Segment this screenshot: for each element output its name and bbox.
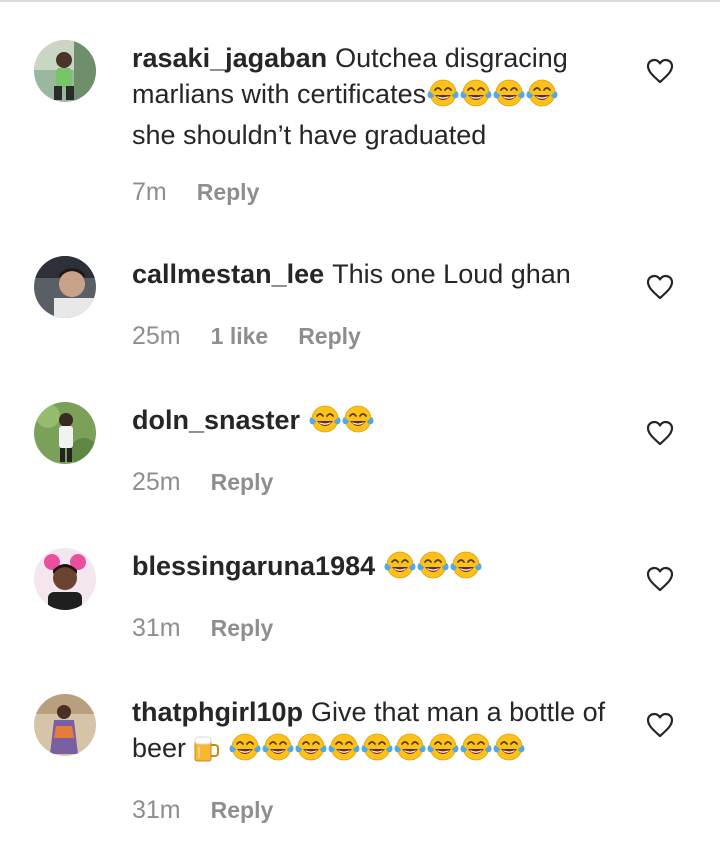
laughing-emoji	[449, 550, 483, 580]
comment-meta: 31m Reply	[132, 796, 273, 825]
reply-button[interactable]: Reply	[211, 797, 274, 824]
user-avatar-icon	[34, 256, 96, 318]
laughing-emoji	[426, 732, 460, 762]
avatar[interactable]	[34, 694, 96, 756]
laughing-emoji-run	[426, 78, 558, 117]
like-heart-icon[interactable]	[646, 712, 674, 738]
top-divider	[0, 0, 720, 2]
reply-button[interactable]: Reply	[197, 179, 260, 206]
comment-text: Outchea disgracing	[335, 43, 568, 73]
comment-meta: 7m Reply	[132, 178, 259, 207]
laughing-emoji	[525, 78, 559, 108]
laughing-emoji	[459, 78, 493, 108]
like-heart-icon[interactable]	[646, 566, 674, 592]
laughing-emoji	[228, 732, 262, 762]
laughing-emoji	[308, 404, 342, 434]
laughing-emoji	[426, 78, 460, 108]
avatar[interactable]	[34, 40, 96, 102]
like-heart-icon[interactable]	[646, 274, 674, 300]
laughing-emoji	[492, 732, 526, 762]
likes-count[interactable]: 1 like	[211, 323, 269, 350]
comment-text: she shouldn’t have graduated	[132, 120, 487, 150]
comment-timestamp: 25m	[132, 468, 181, 496]
avatar[interactable]	[34, 402, 96, 464]
laughing-emoji	[459, 732, 493, 762]
laughing-emoji	[492, 78, 526, 108]
laughing-emoji	[360, 732, 394, 762]
comment-timestamp: 31m	[132, 614, 181, 642]
laughing-emoji	[294, 732, 328, 762]
comment-body: doln_snaster	[132, 402, 632, 443]
reply-button[interactable]: Reply	[211, 615, 274, 642]
comment-username[interactable]: blessingaruna1984	[132, 551, 375, 581]
comment-meta: 31m Reply	[132, 614, 273, 643]
comment-username[interactable]: callmestan_lee	[132, 259, 324, 289]
user-avatar-icon	[34, 402, 96, 464]
comment-meta: 25m Reply	[132, 468, 273, 497]
comment-text: marlians with certificates	[132, 79, 427, 109]
comment-username[interactable]: rasaki_jagaban	[132, 43, 327, 73]
avatar[interactable]	[34, 256, 96, 318]
comment-text: This one Loud ghan	[332, 259, 571, 289]
laughing-emoji-run	[228, 732, 525, 771]
comment-body: rasaki_jagaban Outchea disgracing marlian…	[132, 40, 632, 153]
laughing-emoji-run	[308, 404, 374, 443]
comment-text: Give that man a bottle of	[311, 697, 606, 727]
laughing-emoji	[393, 732, 427, 762]
comment-username[interactable]: doln_snaster	[132, 405, 300, 435]
laughing-emoji	[327, 732, 361, 762]
laughing-emoji	[383, 550, 417, 580]
laughing-emoji	[416, 550, 450, 580]
beer-mug-emoji	[190, 733, 220, 763]
like-heart-icon[interactable]	[646, 420, 674, 446]
user-avatar-icon	[34, 548, 96, 610]
avatar[interactable]	[34, 548, 96, 610]
comment-body: blessingaruna1984	[132, 548, 632, 589]
comment-timestamp: 25m	[132, 322, 181, 350]
comment-timestamp: 7m	[132, 178, 167, 206]
comment-body: callmestan_lee This one Loud ghan	[132, 256, 632, 292]
user-avatar-icon	[34, 40, 96, 102]
user-avatar-icon	[34, 694, 96, 756]
laughing-emoji	[341, 404, 375, 434]
laughing-emoji-run	[383, 550, 482, 589]
comment-timestamp: 31m	[132, 796, 181, 824]
comment-username[interactable]: thatphgirl10p	[132, 697, 303, 727]
comment-body: thatphgirl10p Give that man a bottle of b…	[132, 694, 632, 771]
laughing-emoji	[261, 732, 295, 762]
reply-button[interactable]: Reply	[298, 323, 361, 350]
like-heart-icon[interactable]	[646, 58, 674, 84]
comment-text: beer	[132, 733, 187, 763]
reply-button[interactable]: Reply	[211, 469, 274, 496]
comment-meta: 25m 1 like Reply	[132, 322, 361, 351]
